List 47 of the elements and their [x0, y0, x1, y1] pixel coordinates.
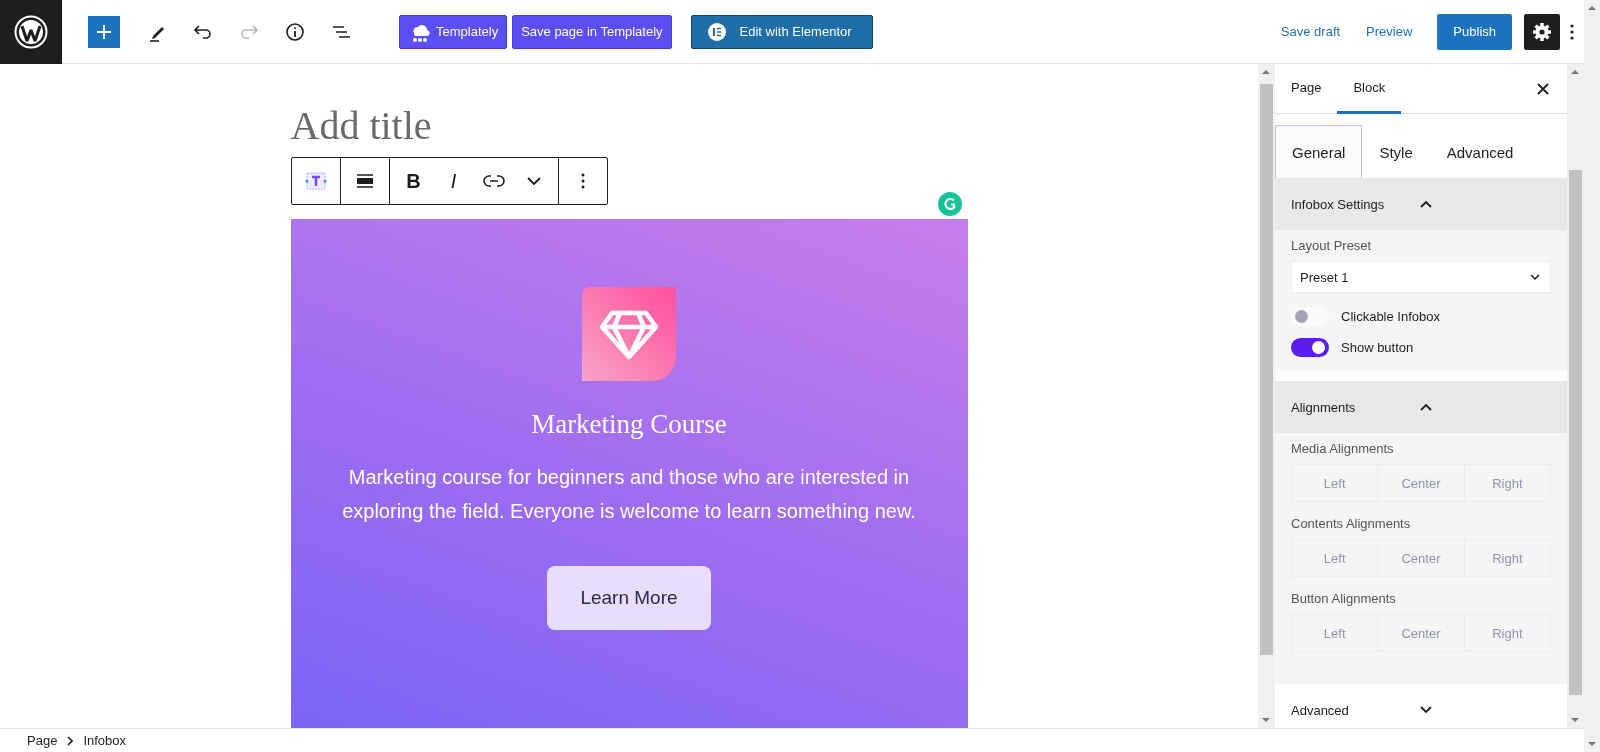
- field-label: Contents Alignments: [1291, 516, 1412, 531]
- settings-icon: [1532, 21, 1552, 42]
- plus-icon: [96, 23, 112, 40]
- settings-button[interactable]: [1524, 13, 1560, 50]
- toggle-label: Clickable Infobox: [1341, 309, 1440, 324]
- more-icon[interactable]: [580, 173, 585, 189]
- close-icon[interactable]: [1537, 82, 1549, 95]
- section-header[interactable]: Advanced: [1275, 684, 1567, 728]
- preview-link[interactable]: Preview: [1357, 18, 1422, 45]
- toggle-switch[interactable]: [1291, 338, 1329, 357]
- text-block-icon[interactable]: [303, 170, 328, 192]
- add-block-button[interactable]: [88, 15, 120, 48]
- settings-tab[interactable]: Advanced: [1429, 125, 1531, 178]
- chevron-down-icon: [1530, 274, 1540, 280]
- breadcrumb-link[interactable]: Page: [27, 733, 58, 748]
- toggle-label: Show button: [1341, 340, 1414, 355]
- elementor-icon: [707, 22, 726, 41]
- field-label: Button Alignments: [1291, 591, 1397, 606]
- bold-button[interactable]: B: [395, 163, 432, 199]
- save-draft-link[interactable]: Save draft: [1271, 18, 1350, 45]
- learn-more-button[interactable]: Learn More: [547, 566, 711, 630]
- logo-icon: [14, 14, 48, 49]
- link-icon[interactable]: [482, 174, 505, 188]
- publish-button[interactable]: Publish: [1437, 13, 1512, 50]
- infobox-description: Marketing course for beginners and those who are interested in exploring the field. Everyone is welcome to learn something new.: [341, 465, 917, 524]
- templately-button[interactable]: Save page in Templately: [512, 14, 672, 49]
- infobox-title: Marketing Course: [531, 409, 727, 440]
- section-header[interactable]: Alignments: [1275, 381, 1567, 433]
- section-header[interactable]: Infobox Settings: [1275, 178, 1567, 230]
- chevron-down-icon[interactable]: [526, 177, 541, 185]
- field-label: Layout Preset: [1291, 238, 1373, 253]
- wordpress-logo[interactable]: [0, 0, 62, 64]
- field-label: Media Alignments: [1291, 441, 1395, 456]
- templately-button[interactable]: Templately: [399, 14, 508, 49]
- elementor-button[interactable]: Edit with Elementor: [690, 14, 873, 49]
- layout-preset-select[interactable]: Preset 1: [1291, 261, 1551, 293]
- align-icon[interactable]: [354, 171, 375, 191]
- toggle-switch[interactable]: [1291, 307, 1329, 326]
- italic-button[interactable]: I: [435, 163, 472, 199]
- sidebar-tab[interactable]: Block: [1337, 64, 1402, 114]
- settings-tab[interactable]: General: [1275, 125, 1363, 178]
- settings-tab[interactable]: Style: [1362, 125, 1430, 178]
- breadcrumb-link[interactable]: Infobox: [83, 733, 127, 748]
- chevron-right-icon: [67, 735, 74, 746]
- post-title-placeholder[interactable]: Add title: [290, 102, 432, 150]
- sidebar-tab[interactable]: Page: [1275, 64, 1338, 114]
- more-icon[interactable]: [1570, 22, 1574, 41]
